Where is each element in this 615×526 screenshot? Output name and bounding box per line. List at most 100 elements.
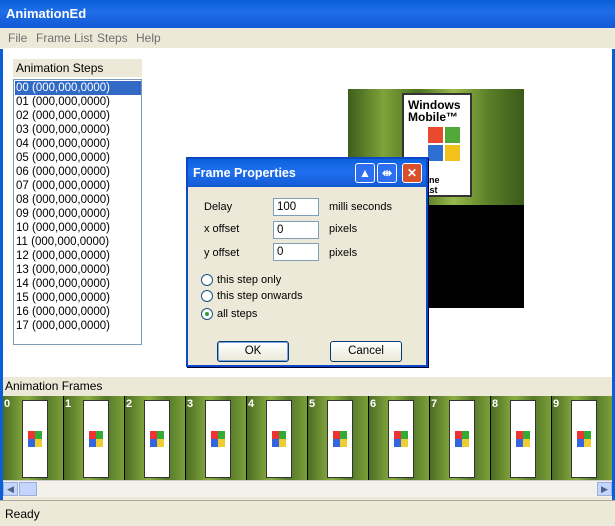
close-icon: ✕ <box>406 166 418 180</box>
frame-logo-image <box>388 400 414 478</box>
step-item[interactable]: 05 (000,000,0000) <box>15 151 141 165</box>
frame-properties-dialog: Frame Properties ▲ ⇹ ✕ Delay 100 milli s… <box>186 157 428 367</box>
menu-frame-list[interactable]: Frame List <box>36 31 93 45</box>
x-offset-label: x offset <box>204 223 240 235</box>
x-offset-unit: pixels <box>329 223 358 235</box>
steps-panel-header: Animation Steps <box>13 59 142 77</box>
frame-thumbnail[interactable]: 6 <box>369 396 429 480</box>
step-item[interactable]: 14 (000,000,0000) <box>15 277 141 291</box>
step-item[interactable]: 16 (000,000,0000) <box>15 305 141 319</box>
step-item[interactable]: 04 (000,000,0000) <box>15 137 141 151</box>
frame-thumbnail[interactable]: 3 <box>186 396 246 480</box>
frames-panel-header: Animation Frames <box>3 377 612 395</box>
step-item[interactable]: 13 (000,000,0000) <box>15 263 141 277</box>
frame-thumbnail[interactable]: 2 <box>125 396 185 480</box>
step-item[interactable]: 07 (000,000,0000) <box>15 179 141 193</box>
windows-flag-icon <box>394 439 408 447</box>
step-item[interactable]: 17 (000,000,0000) <box>15 319 141 333</box>
windows-flag-icon <box>89 439 103 447</box>
step-item[interactable]: 15 (000,000,0000) <box>15 291 141 305</box>
dialog-up-button[interactable]: ▲ <box>355 163 375 183</box>
frame-number: 0 <box>4 398 11 410</box>
frame-thumbnail[interactable]: 8 <box>491 396 551 480</box>
scroll-thumb[interactable] <box>19 482 37 496</box>
y-offset-input[interactable]: 0 <box>273 243 319 261</box>
frame-thumbnail[interactable]: 9 <box>552 396 612 480</box>
step-item[interactable]: 11 (000,000,0000) <box>15 235 141 249</box>
dialog-pin-button[interactable]: ⇹ <box>377 163 397 183</box>
frame-number: 4 <box>248 398 255 410</box>
windows-flag-icon <box>272 439 286 447</box>
frame-number: 8 <box>492 398 499 410</box>
delay-unit: milli seconds <box>329 201 392 213</box>
frame-logo-image <box>22 400 48 478</box>
frame-logo-image <box>571 400 597 478</box>
windows-flag-icon <box>211 439 225 447</box>
radio-this-step-onwards-label[interactable]: this step onwards <box>217 290 303 302</box>
frame-thumbnail[interactable]: 4 <box>247 396 307 480</box>
frame-number: 1 <box>65 398 72 410</box>
ok-button[interactable]: OK <box>217 341 289 362</box>
frame-logo-image <box>205 400 231 478</box>
status-text: Ready <box>5 507 40 521</box>
step-item[interactable]: 01 (000,000,0000) <box>15 95 141 109</box>
delay-label: Delay <box>204 201 233 213</box>
frames-strip[interactable]: 0 1 2 3 4 5 6 7 8 9 <box>3 396 612 480</box>
y-offset-label: y offset <box>204 247 240 259</box>
cancel-button[interactable]: Cancel <box>330 341 402 362</box>
frame-thumbnail[interactable]: 1 <box>64 396 124 480</box>
frame-logo-image <box>510 400 536 478</box>
x-offset-input[interactable]: 0 <box>273 221 319 239</box>
step-item[interactable]: 00 (000,000,0000) <box>15 81 141 95</box>
menu-bar: File Frame List Steps Help <box>0 28 615 49</box>
logo-line-2: Mobile™ <box>408 110 458 124</box>
y-offset-unit: pixels <box>329 247 358 259</box>
dialog-title: Frame Properties <box>193 166 296 180</box>
frames-scrollbar[interactable]: ◀ ▶ <box>3 480 612 497</box>
frame-logo-image <box>266 400 292 478</box>
menu-file[interactable]: File <box>8 31 27 45</box>
scroll-right-icon[interactable]: ▶ <box>597 482 612 496</box>
radio-all-steps-label[interactable]: all steps <box>217 308 257 320</box>
dialog-close-button[interactable]: ✕ <box>402 163 422 183</box>
dialog-title-bar[interactable]: Frame Properties ▲ ⇹ ✕ <box>188 159 426 187</box>
windows-flag-icon <box>28 439 42 447</box>
frame-logo-image <box>83 400 109 478</box>
step-item[interactable]: 09 (000,000,0000) <box>15 207 141 221</box>
windows-flag-icon <box>516 439 530 447</box>
delay-input[interactable]: 100 <box>273 198 319 216</box>
frame-number: 9 <box>553 398 560 410</box>
frame-thumbnail[interactable]: 7 <box>430 396 490 480</box>
radio-this-step-only-label[interactable]: this step only <box>217 274 281 286</box>
title-bar[interactable]: AnimationEd <box>0 0 615 28</box>
step-item[interactable]: 12 (000,000,0000) <box>15 249 141 263</box>
frame-thumbnail[interactable]: 0 <box>3 396 63 480</box>
frame-number: 3 <box>187 398 194 410</box>
frames-panel-title: Animation Frames <box>5 379 103 393</box>
radio-this-step-onwards[interactable] <box>201 290 213 302</box>
scroll-left-icon[interactable]: ◀ <box>3 482 18 496</box>
frame-number: 2 <box>126 398 133 410</box>
step-item[interactable]: 03 (000,000,0000) <box>15 123 141 137</box>
windows-flag-icon <box>455 439 469 447</box>
radio-all-steps[interactable] <box>201 308 213 320</box>
frame-logo-image <box>327 400 353 478</box>
step-item[interactable]: 10 (000,000,0000) <box>15 221 141 235</box>
frame-number: 7 <box>431 398 438 410</box>
menu-help[interactable]: Help <box>136 31 161 45</box>
windows-flag-icon <box>428 127 460 161</box>
frame-thumbnail[interactable]: 5 <box>308 396 368 480</box>
steps-panel-title: Animation Steps <box>16 61 104 75</box>
window-title: AnimationEd <box>6 6 87 21</box>
windows-flag-icon <box>333 439 347 447</box>
windows-flag-icon <box>577 439 591 447</box>
frame-logo-image <box>144 400 170 478</box>
step-item[interactable]: 02 (000,000,0000) <box>15 109 141 123</box>
windows-flag-icon <box>150 439 164 447</box>
steps-list[interactable]: 00 (000,000,0000) 01 (000,000,0000) 02 (00… <box>13 79 142 345</box>
menu-steps[interactable]: Steps <box>97 31 128 45</box>
status-bar: Ready <box>0 500 615 526</box>
step-item[interactable]: 06 (000,000,0000) <box>15 165 141 179</box>
radio-this-step-only[interactable] <box>201 274 213 286</box>
step-item[interactable]: 08 (000,000,0000) <box>15 193 141 207</box>
